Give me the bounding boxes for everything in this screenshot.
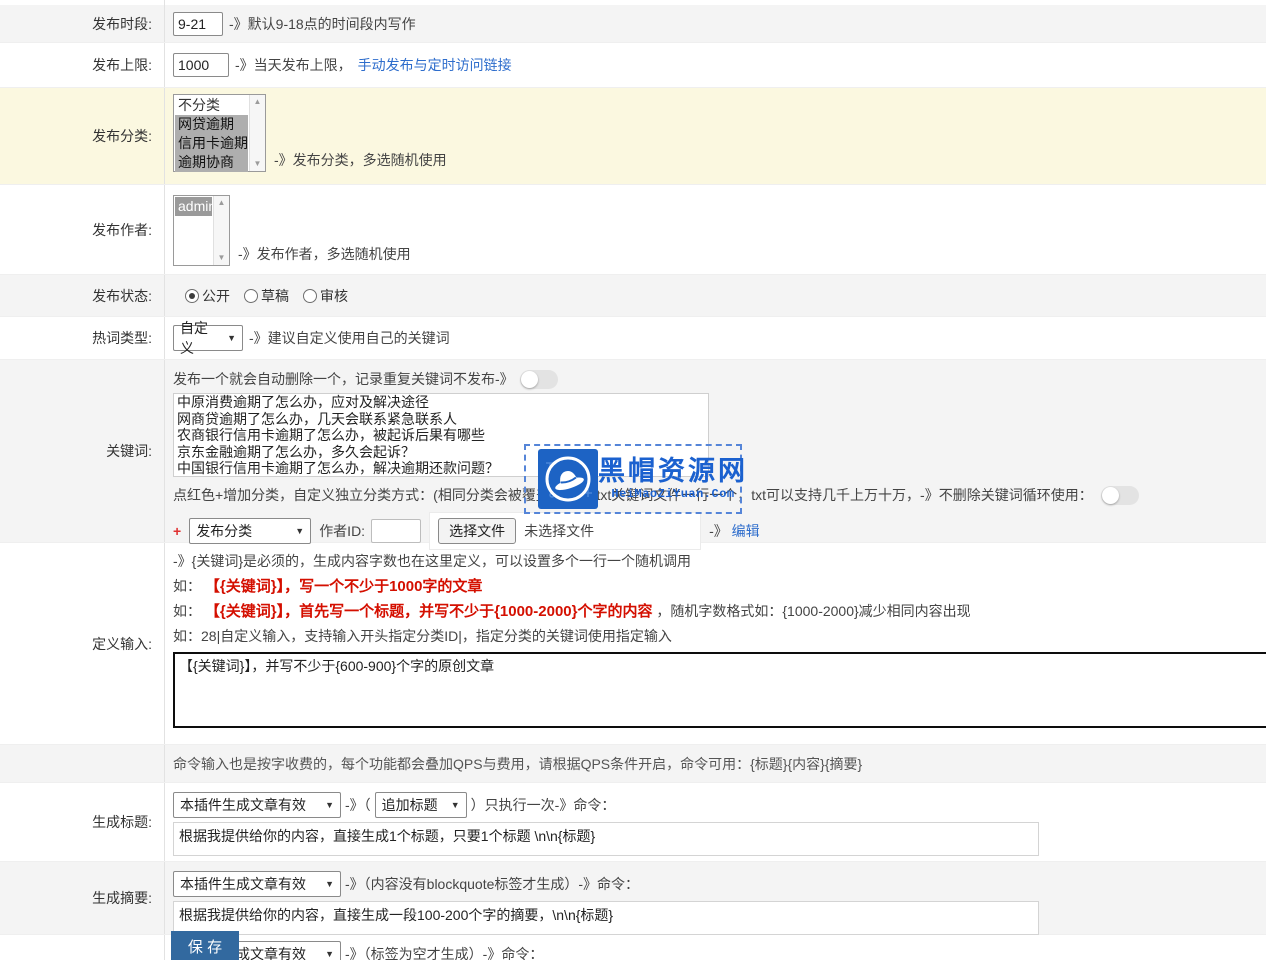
plugin-settings-page: 发布时段: -》默认9-18点的时间段内写作 发布上限: -》当天发布上限， 手…	[0, 0, 1266, 960]
custom-input-help3: 如： 【{关键词}】，首先写一个标题，并写不少于{1000-2000}个字的内容…	[173, 599, 1266, 624]
keywords-toggle-text: 发布一个就会自动删除一个，记录重复关键词不发布-》	[173, 369, 514, 389]
auto-delete-toggle[interactable]	[520, 370, 558, 389]
custom-input-help1: -》{关键词}是必须的，生成内容字数也在这里定义，可以设置多个一行一个随机调用	[173, 549, 1266, 574]
chevron-down-icon: ▼	[325, 800, 334, 810]
publish-status-label: 发布状态:	[0, 275, 165, 316]
author-id-input[interactable]	[371, 519, 421, 543]
select-value: 本插件生成文章有效	[180, 874, 306, 894]
author-option[interactable]: admin	[175, 197, 212, 216]
gen-title-mid2: ）只执行一次-》命令：	[471, 795, 616, 815]
radio-checked-icon[interactable]	[185, 289, 199, 303]
watermark-title: 黑帽资源网	[598, 457, 748, 485]
radio-unchecked-icon[interactable]	[303, 289, 317, 303]
publish-author-listbox[interactable]: admin ▲ ▼	[173, 195, 230, 266]
scroll-up-icon[interactable]: ▲	[254, 98, 262, 106]
choose-file-button[interactable]: 选择文件	[438, 518, 516, 544]
manual-publish-link[interactable]: 手动发布与定时访问链接	[358, 55, 512, 75]
select-value: 自定义	[180, 318, 219, 358]
heimao-logo-icon	[538, 449, 598, 509]
status-radio-public[interactable]: 公开	[185, 286, 230, 306]
category-option[interactable]: 信用卡逾期	[175, 134, 248, 153]
row-gen-tag-partial: 保 存 本插件生成文章有效 ▼ -》（标签为空才生成）-》命令：	[0, 935, 1266, 960]
row-gen-title: 生成标题: 本插件生成文章有效 ▼ -》（ 追加标题 ▼ ）只执行一次-》命令：…	[0, 783, 1266, 862]
select-value: 发布分类	[196, 521, 252, 541]
gen-summary-label: 生成摘要:	[0, 862, 165, 934]
author-id-label: 作者ID:	[319, 521, 365, 541]
edit-link[interactable]: 编辑	[732, 523, 760, 539]
publish-time-label: 发布时段:	[0, 5, 165, 42]
row-publish-limit: 发布上限: -》当天发布上限， 手动发布与定时访问链接	[0, 43, 1266, 88]
custom-input-help4: 如：28|自定义输入，支持输入开头指定分类ID|，指定分类的关键词使用指定输入	[173, 624, 1266, 649]
gen-summary-mode-select[interactable]: 本插件生成文章有效 ▼	[173, 871, 341, 897]
keep-keywords-toggle[interactable]	[1101, 486, 1139, 505]
status-radio-draft[interactable]: 草稿	[244, 286, 289, 306]
gen-title-append-select[interactable]: 追加标题 ▼	[375, 792, 467, 818]
gen-title-label: 生成标题:	[0, 783, 165, 861]
select-value: 追加标题	[382, 795, 438, 815]
row-publish-status: 发布状态: 公开 草稿 审核	[0, 275, 1266, 317]
chevron-down-icon: ▼	[451, 800, 460, 810]
keywords-label: 关键词:	[0, 360, 165, 542]
watermark-subtitle: HeiMaoZiYuan.Com	[598, 487, 748, 501]
save-button[interactable]: 保 存	[171, 931, 239, 960]
publish-limit-desc: -》当天发布上限，	[235, 55, 352, 75]
radio-label: 草稿	[261, 286, 289, 306]
custom-input-label: 定义输入:	[0, 543, 165, 744]
red-example-text: 【{关键词}】，首先写一个标题，并写不少于{1000-2000}个字的内容	[205, 603, 653, 620]
publish-limit-label: 发布上限:	[0, 43, 165, 87]
chevron-down-icon: ▼	[295, 526, 304, 536]
scroll-down-icon[interactable]: ▼	[218, 254, 226, 262]
row-command-note: 命令输入也是按字收费的，每个功能都会叠加QPS与费用，请根据QPS条件开启，命令…	[0, 745, 1266, 783]
publish-time-input[interactable]	[173, 12, 223, 36]
radio-label: 公开	[202, 286, 230, 306]
gen-summary-command-textarea[interactable]: 根据我提供给你的内容，直接生成一段100-200个字的摘要，\n\n{标题}	[173, 901, 1039, 935]
gen-summary-mid: -》（内容没有blockquote标签才生成）-》命令：	[345, 874, 639, 894]
radio-label: 审核	[320, 286, 348, 306]
chevron-down-icon: ▼	[325, 949, 334, 959]
category-option[interactable]: 逾期协商	[175, 153, 248, 172]
radio-unchecked-icon[interactable]	[244, 289, 258, 303]
scroll-down-icon[interactable]: ▼	[254, 160, 262, 168]
gen-title-command-textarea[interactable]: 根据我提供给你的内容，直接生成1个标题，只要1个标题 \n\n{标题}	[173, 822, 1039, 856]
red-example-text: 【{关键词}】，写一个不少于1000字的文章	[205, 578, 483, 595]
category-option[interactable]: 不分类	[175, 96, 248, 115]
hotword-type-desc: -》建议自定义使用自己的关键词	[249, 328, 450, 348]
hotword-type-select[interactable]: 自定义 ▼	[173, 325, 243, 351]
listbox-scrollbar[interactable]: ▲ ▼	[249, 95, 265, 171]
edit-prefix: -》	[709, 523, 728, 539]
gen-tag-mid: -》（标签为空才生成）-》命令：	[345, 944, 543, 960]
publish-limit-input[interactable]	[173, 53, 229, 77]
add-category-button[interactable]: +	[173, 523, 181, 539]
select-value: 本插件生成文章有效	[180, 795, 306, 815]
custom-input-textarea[interactable]: 【{关键词}】，并写不少于{600-900}个字的原创文章	[173, 652, 1266, 728]
chevron-down-icon: ▼	[227, 333, 236, 343]
status-radio-review[interactable]: 审核	[303, 286, 348, 306]
publish-category-listbox[interactable]: 不分类 网贷逾期 信用卡逾期 逾期协商 ▲ ▼	[173, 94, 266, 172]
file-category-select[interactable]: 发布分类 ▼	[189, 518, 311, 544]
row-publish-category: 发布分类: 不分类 网贷逾期 信用卡逾期 逾期协商 ▲ ▼ -》发布分类，多选随…	[0, 88, 1266, 185]
watermark-box: 黑帽资源网 HeiMaoZiYuan.Com	[524, 444, 742, 514]
publish-time-desc: -》默认9-18点的时间段内写作	[229, 14, 416, 34]
chevron-down-icon: ▼	[325, 879, 334, 889]
scroll-up-icon[interactable]: ▲	[218, 199, 226, 207]
file-status-text: 未选择文件	[524, 521, 594, 541]
gen-title-mid1: -》（	[345, 795, 371, 815]
category-option[interactable]: 网贷逾期	[175, 115, 248, 134]
row-custom-input: 定义输入: -》{关键词}是必须的，生成内容字数也在这里定义，可以设置多个一行一…	[0, 543, 1266, 745]
row-publish-author: 发布作者: admin ▲ ▼ -》发布作者，多选随机使用	[0, 185, 1266, 275]
listbox-scrollbar[interactable]: ▲ ▼	[213, 196, 229, 265]
publish-category-label: 发布分类:	[0, 88, 165, 184]
publish-author-desc: -》发布作者，多选随机使用	[238, 244, 411, 266]
publish-category-desc: -》发布分类，多选随机使用	[274, 150, 447, 172]
row-hotword-type: 热词类型: 自定义 ▼ -》建议自定义使用自己的关键词	[0, 317, 1266, 360]
row-gen-summary: 生成摘要: 本插件生成文章有效 ▼ -》（内容没有blockquote标签才生成…	[0, 862, 1266, 935]
command-note-text: 命令输入也是按字收费的，每个功能都会叠加QPS与费用，请根据QPS条件开启，命令…	[173, 751, 1266, 777]
gen-title-mode-select[interactable]: 本插件生成文章有效 ▼	[173, 792, 341, 818]
custom-input-help2: 如： 【{关键词}】，写一个不少于1000字的文章	[173, 574, 1266, 599]
hotword-type-label: 热词类型:	[0, 317, 165, 359]
row-publish-time: 发布时段: -》默认9-18点的时间段内写作	[0, 5, 1266, 43]
publish-author-label: 发布作者:	[0, 185, 165, 274]
